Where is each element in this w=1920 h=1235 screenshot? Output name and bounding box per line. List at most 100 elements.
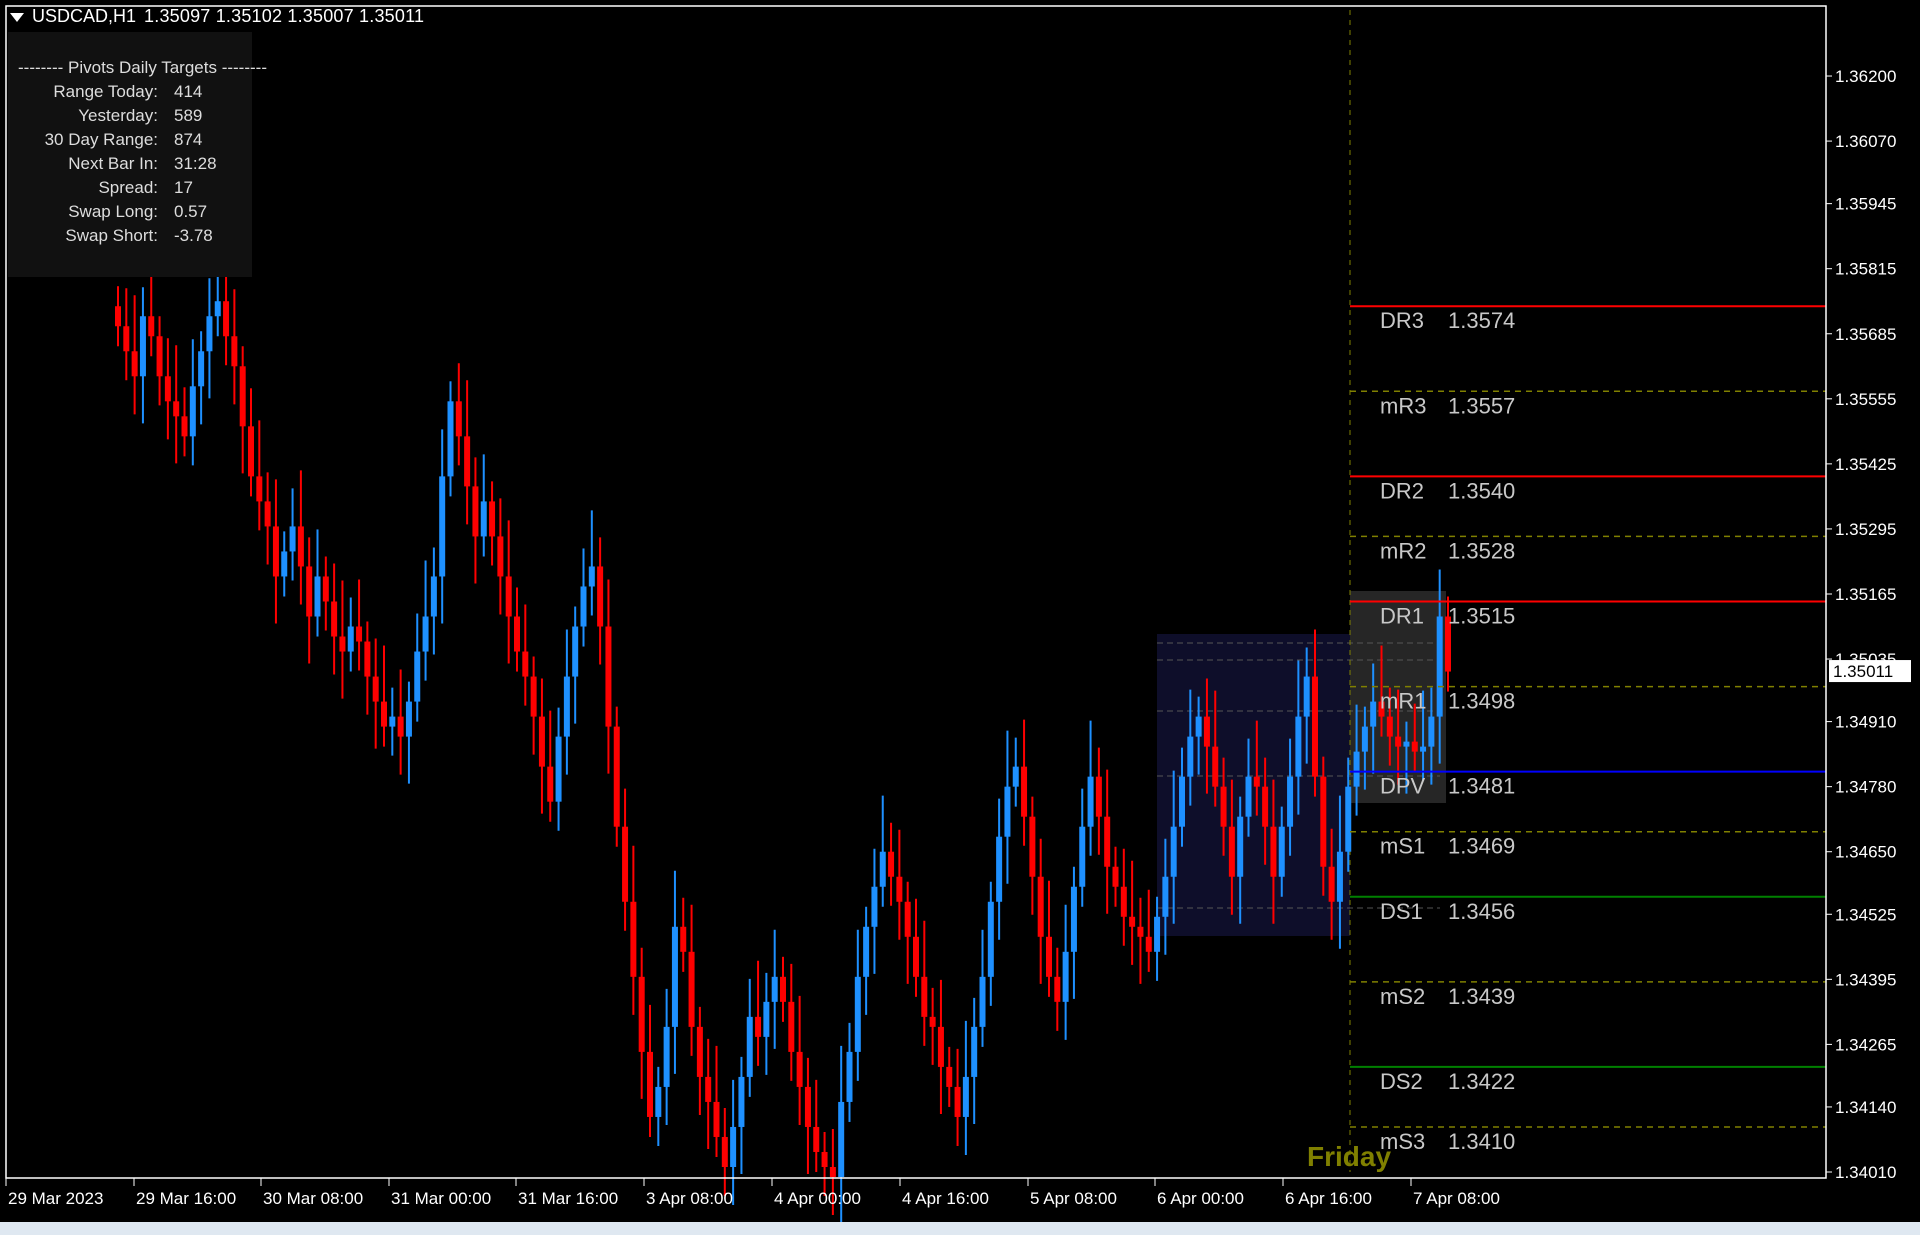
candle-body (131, 351, 138, 377)
pivot-name-ms1: mS1 (1380, 834, 1425, 859)
pivot-row-label: 30 Day Range: (44, 130, 158, 149)
candle-body (1328, 866, 1335, 902)
candle-body (472, 486, 479, 537)
x-tick-label: 31 Mar 16:00 (518, 1189, 618, 1208)
candle-body (1012, 766, 1019, 787)
chart-window[interactable]: DR3 1.3574 mR3 1.3557 DR2 1.3540 mR2 1.3528 DR1 1… (0, 0, 1920, 1222)
y-tick-label: 1.34650 (1835, 843, 1896, 862)
candle-body (763, 1001, 770, 1037)
pivot-value-dpv: 1.3481 (1448, 774, 1515, 799)
y-tick-label: 1.35555 (1835, 390, 1896, 409)
x-tick-label: 4 Apr 16:00 (902, 1189, 989, 1208)
x-tick-label: 4 Apr 00:00 (774, 1189, 861, 1208)
candle-body (1004, 786, 1011, 837)
candle-body (638, 976, 645, 1052)
candle-body (1095, 776, 1102, 817)
candle-body (696, 1026, 703, 1077)
pivot-value-mr2: 1.3528 (1448, 538, 1515, 563)
candle-body (1312, 676, 1318, 777)
candle-body (1228, 826, 1235, 877)
pivot-row-label: Range Today: (53, 82, 158, 101)
pivot-name-dpv: DPV (1380, 774, 1426, 799)
candle-body (630, 901, 637, 977)
candle-body (389, 716, 396, 727)
candle-body (231, 336, 238, 367)
candle-body (829, 1166, 836, 1178)
candle-body (1212, 746, 1219, 787)
candle-body (198, 351, 205, 387)
candle-body (821, 1151, 828, 1167)
y-tick-label: 1.34265 (1835, 1035, 1896, 1054)
candle-body (447, 401, 454, 477)
pivot-value-dr1: 1.3515 (1448, 603, 1515, 628)
candle-body (572, 626, 579, 677)
candle-body (962, 1076, 969, 1117)
candle-body (838, 1101, 845, 1178)
pivot-row-value: 31:28 (174, 154, 217, 173)
price-chart[interactable]: DR3 1.3574mR3 1.3557DR2 1.3540mR2 1.3528DR1 1… (0, 0, 1920, 1222)
candle-body (1154, 916, 1161, 952)
candle-body (605, 626, 612, 727)
candle-body (813, 1126, 820, 1152)
candle-body (555, 736, 562, 802)
candle-body (514, 616, 520, 652)
candle-body (1345, 786, 1352, 852)
pivot-row-label: Swap Long: (68, 202, 158, 221)
candle-body (397, 716, 404, 737)
candle-body (946, 1066, 953, 1087)
candle-body (547, 766, 554, 802)
candle-body (987, 901, 994, 977)
candle-body (1353, 751, 1360, 787)
candle-body (804, 1086, 811, 1127)
candle-body (414, 651, 421, 702)
candle-body (1420, 746, 1427, 752)
candle-body (538, 716, 545, 767)
candle-body (289, 526, 296, 552)
pivot-name-dr3: DR3 (1380, 308, 1424, 333)
candle-body (588, 566, 595, 587)
candle-body (1237, 816, 1244, 877)
candle-body (788, 1001, 795, 1052)
collapse-triangle-icon[interactable] (10, 13, 24, 22)
candle-body (522, 651, 529, 677)
candle-body (929, 1016, 936, 1027)
candle-body (680, 926, 687, 952)
pivot-row-value: 874 (174, 130, 203, 149)
candle-body (721, 1136, 728, 1167)
candle-body (580, 586, 587, 627)
candle-body (1295, 716, 1302, 777)
candle-body (1112, 866, 1119, 887)
y-tick-label: 1.34780 (1835, 778, 1896, 797)
pivot-value-ms1: 1.3469 (1448, 834, 1515, 859)
candle-body (1120, 886, 1127, 917)
symbol-label: USDCAD,H1 (32, 6, 137, 26)
candle-body (904, 901, 911, 937)
x-tick-label: 6 Apr 16:00 (1285, 1189, 1372, 1208)
candle-body (239, 366, 246, 427)
candle-body (1262, 786, 1269, 827)
candle-body (755, 1016, 762, 1037)
candle-body (1386, 716, 1393, 737)
candle-body (979, 976, 986, 1027)
y-tick-label: 1.36200 (1835, 67, 1896, 86)
candle-body (1411, 741, 1418, 752)
candle-body (505, 576, 512, 617)
pivot-value-dr3: 1.3574 (1448, 308, 1515, 333)
candle-body (264, 501, 271, 527)
candle-body (1287, 776, 1294, 827)
candle-body (430, 576, 437, 617)
candle-body (314, 576, 321, 617)
candle-body (1320, 776, 1327, 867)
candle-body (622, 826, 629, 902)
candle-body (1079, 826, 1086, 887)
candle-body (1370, 701, 1377, 727)
pivot-name-mr3: mR3 (1380, 393, 1426, 418)
candle-body (156, 336, 163, 377)
candle-body (937, 1026, 944, 1067)
candle-body (771, 976, 778, 1002)
status-strip (0, 1222, 1920, 1235)
candle-body (1162, 876, 1169, 917)
current-price-label: 1.35011 (1833, 662, 1893, 681)
candle-body (780, 976, 786, 1002)
x-tick-label: 29 Mar 16:00 (136, 1189, 236, 1208)
